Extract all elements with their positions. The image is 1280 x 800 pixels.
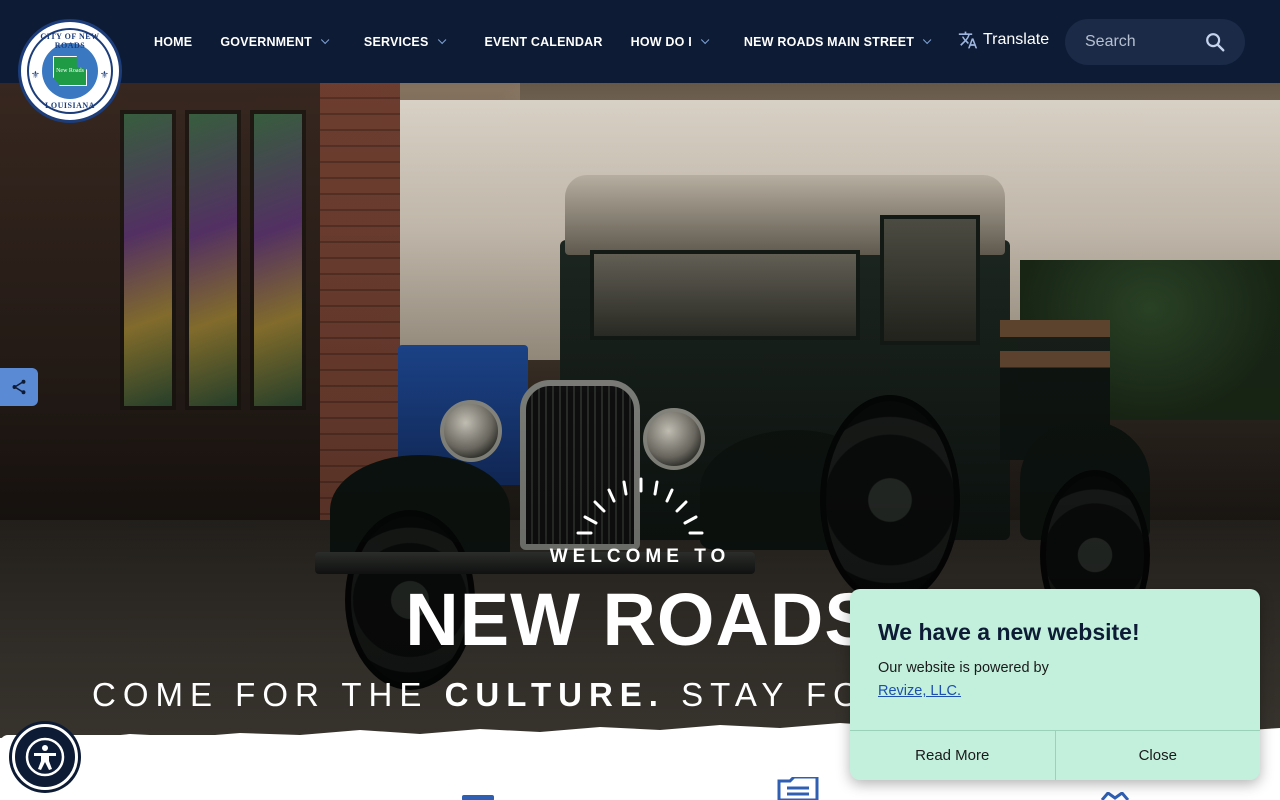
nav-government[interactable]: GOVERNMENT — [206, 0, 346, 83]
share-icon — [12, 379, 26, 395]
nav-how-do-i-label: HOW DO I — [630, 34, 692, 49]
logo-bottom-text: LOUISIANA — [45, 101, 95, 110]
fleur-de-lis-icon: ⚜ — [100, 70, 109, 81]
popup-text: Our website is powered by — [878, 660, 1049, 676]
tagline-bold: CULTURE. — [444, 676, 665, 713]
logo-ring: CITY OF NEW ROADS ⚜ New Roads ⚜ LOUISIAN… — [27, 28, 113, 114]
translate-button[interactable]: Translate — [958, 30, 1049, 50]
revize-link[interactable]: Revize, LLC. — [878, 683, 961, 699]
sunburst-icon — [576, 477, 704, 535]
city-seal-logo[interactable]: CITY OF NEW ROADS ⚜ New Roads ⚜ LOUISIAN… — [18, 19, 122, 123]
main-nav: HOME GOVERNMENT SERVICES EVENT CALENDAR … — [140, 0, 948, 83]
nav-home[interactable]: HOME — [140, 0, 206, 83]
popup-actions: Read More Close — [850, 730, 1260, 780]
translate-label: Translate — [983, 31, 1050, 48]
accessibility-icon — [25, 737, 65, 777]
nav-event-calendar[interactable]: EVENT CALENDAR — [463, 0, 617, 83]
chevron-down-icon — [700, 35, 710, 44]
fleur-de-lis-icon: ⚜ — [31, 70, 40, 81]
new-website-popup: We have a new website! Our website is po… — [850, 589, 1260, 780]
search-icon[interactable] — [1195, 22, 1235, 62]
search-input[interactable] — [1065, 33, 1195, 51]
chevron-down-icon — [437, 35, 446, 44]
logo-center-text: New Roads — [56, 68, 84, 74]
nav-main-street[interactable]: NEW ROADS MAIN STREET — [726, 0, 948, 83]
tagline-part-1: COME FOR THE — [92, 676, 429, 713]
quick-link-icon[interactable] — [462, 792, 496, 800]
nav-services-label: SERVICES — [363, 34, 429, 49]
share-button[interactable] — [0, 368, 38, 406]
popup-title: We have a new website! — [878, 619, 1140, 645]
tagline: COME FOR THE CULTURE. STAY FOR — [92, 676, 897, 714]
accessibility-button[interactable] — [12, 724, 78, 790]
chevron-down-icon — [320, 35, 330, 44]
translate-icon — [958, 30, 978, 50]
nav-home-label: HOME — [154, 34, 193, 49]
nav-main-street-label: NEW ROADS MAIN STREET — [743, 34, 915, 49]
quick-link-icon[interactable] — [1100, 792, 1130, 800]
nav-event-calendar-label: EVENT CALENDAR — [484, 34, 603, 49]
louisiana-shape-icon: New Roads — [53, 56, 87, 86]
logo-top-text: CITY OF NEW ROADS — [40, 32, 100, 50]
nav-government-label: GOVERNMENT — [220, 34, 312, 49]
welcome-text: WELCOME TO — [549, 546, 731, 567]
read-more-button[interactable]: Read More — [850, 731, 1055, 780]
site-header: HOME GOVERNMENT SERVICES EVENT CALENDAR … — [0, 0, 1280, 83]
nav-how-do-i[interactable]: HOW DO I — [617, 0, 726, 83]
search-box — [1065, 19, 1245, 65]
document-icon[interactable] — [776, 777, 820, 800]
close-button[interactable]: Close — [1054, 731, 1261, 780]
chevron-down-icon — [922, 35, 932, 44]
logo-center: New Roads — [42, 43, 98, 99]
nav-services[interactable]: SERVICES — [346, 0, 463, 83]
